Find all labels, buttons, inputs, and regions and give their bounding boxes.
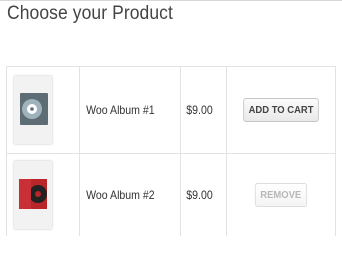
product-price-cell: $9.00	[180, 153, 227, 236]
add-to-cart-button[interactable]: ADD TO CART	[243, 98, 319, 122]
product-action-cell: REMOVE	[226, 153, 336, 236]
product-thumbnail[interactable]	[14, 161, 52, 229]
product-name[interactable]: Woo Album #1	[80, 103, 168, 117]
table-row: Woo Album #2 $9.00 REMOVE	[6, 153, 336, 236]
product-table: Woo Album #1 $9.00 ADD TO CART Woo Album…	[6, 66, 336, 236]
product-image-cell	[6, 66, 80, 154]
product-price: $9.00	[186, 188, 213, 202]
product-thumbnail[interactable]	[14, 76, 52, 144]
remove-button[interactable]: REMOVE	[255, 183, 307, 207]
product-name-cell: Woo Album #2	[79, 153, 181, 236]
product-image-cell	[6, 153, 80, 236]
album-cover-icon	[14, 76, 52, 144]
product-action-cell: ADD TO CART	[226, 66, 336, 154]
page-title: Choose your Product	[7, 3, 173, 24]
product-price-cell: $9.00	[180, 66, 227, 154]
album-cover-icon	[14, 161, 52, 229]
product-name[interactable]: Woo Album #2	[80, 188, 168, 202]
table-row: Woo Album #1 $9.00 ADD TO CART	[6, 66, 336, 154]
product-name-cell: Woo Album #1	[79, 66, 181, 154]
product-price: $9.00	[186, 103, 213, 117]
top-divider	[0, 0, 342, 1]
